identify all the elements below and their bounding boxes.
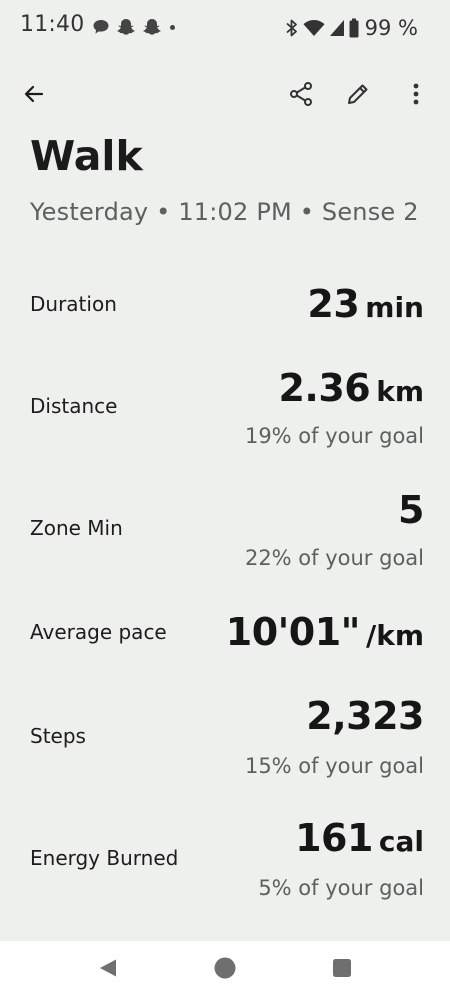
edit-button[interactable] <box>334 68 382 120</box>
stat-unit: /km <box>365 619 424 652</box>
stat-value: 10'01"/km <box>226 610 424 654</box>
stat-unit: km <box>376 375 424 408</box>
stat-value: 2,323 <box>306 694 424 738</box>
stat-value: 161 cal <box>295 816 424 860</box>
stat-label: Duration <box>30 292 117 316</box>
stat-number: 2,323 <box>306 694 424 738</box>
stat-label: Energy Burned <box>30 846 179 870</box>
stat-goal-progress: 5% of your goal <box>258 876 424 900</box>
system-nav-bar <box>0 941 450 999</box>
app-bar <box>0 68 450 120</box>
snapchat-icon <box>142 17 162 37</box>
wifi-icon <box>303 19 325 37</box>
back-arrow-icon <box>22 82 46 106</box>
status-time: 11:40 <box>20 12 85 37</box>
page-title: Walk <box>30 132 143 180</box>
more-dot-icon <box>170 24 175 30</box>
chat-bubble-icon <box>92 18 110 36</box>
more-vert-icon <box>412 82 420 106</box>
stat-number: 23 <box>307 282 360 326</box>
stat-goal-progress: 19% of your goal <box>244 424 424 448</box>
stat-number: 5 <box>398 488 424 532</box>
snapchat-icon <box>116 17 136 37</box>
nav-back-icon <box>97 957 119 983</box>
more-options-button[interactable] <box>392 68 440 120</box>
back-button[interactable] <box>10 68 58 120</box>
signal-icon <box>329 19 345 37</box>
notification-icons <box>92 17 175 37</box>
stat-value: 5 <box>398 488 424 532</box>
status-bar: 11:40 99 % <box>0 0 450 54</box>
activity-subtitle: Yesterday • 11:02 PM • Sense 2 <box>30 198 419 226</box>
stat-value: 23 min <box>307 282 424 326</box>
stat-value: 2.36 km <box>278 366 424 410</box>
edit-icon <box>345 81 371 107</box>
stat-number: 2.36 <box>278 366 371 410</box>
stat-unit: min <box>365 291 424 324</box>
stat-goal-progress: 15% of your goal <box>244 754 424 778</box>
stat-unit: cal <box>378 825 424 858</box>
stat-number: 10'01" <box>225 610 361 654</box>
stat-number: 161 <box>295 816 373 860</box>
battery-icon <box>349 18 359 38</box>
battery-percent: 99 % <box>364 16 418 40</box>
stat-label: Average pace <box>30 620 167 644</box>
nav-home-button[interactable] <box>210 955 240 985</box>
stat-label: Steps <box>30 724 86 748</box>
stat-label: Distance <box>30 394 118 418</box>
stat-goal-progress: 22% of your goal <box>244 546 424 570</box>
stat-label: Zone Min <box>30 516 123 540</box>
bluetooth-icon <box>285 18 299 38</box>
nav-recents-icon <box>332 958 352 982</box>
share-button[interactable] <box>277 68 325 120</box>
share-icon <box>288 81 314 107</box>
nav-home-icon <box>213 956 237 984</box>
nav-recents-button[interactable] <box>327 955 357 985</box>
nav-back-button[interactable] <box>93 955 123 985</box>
system-status-icons: 99 % <box>285 16 418 40</box>
